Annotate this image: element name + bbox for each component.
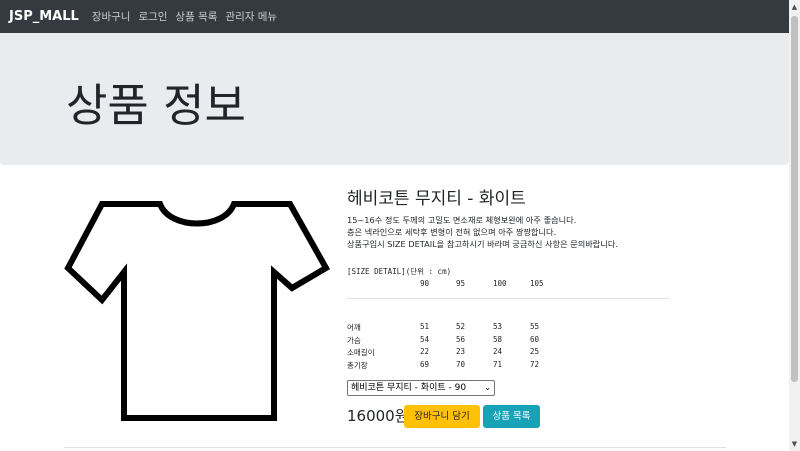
size-value: 54 xyxy=(420,335,430,344)
vertical-scrollbar[interactable]: ▲ ▼ xyxy=(789,0,800,451)
size-option-select[interactable]: 헤비코튼 무지티 - 화이트 - 90 ⌄ xyxy=(347,380,495,396)
size-value: 51 xyxy=(420,322,430,331)
size-header: 90 xyxy=(420,279,430,288)
nav-link-login[interactable]: 로그인 xyxy=(138,9,167,24)
size-value: 71 xyxy=(493,360,503,369)
scroll-up-icon[interactable]: ▲ xyxy=(789,0,800,14)
size-value: 25 xyxy=(530,347,540,356)
size-value: 58 xyxy=(493,335,503,344)
product-name: 헤비코튼 무지티 - 화이트 xyxy=(347,189,526,209)
size-row-label: 가슴 xyxy=(347,336,361,345)
tshirt-icon xyxy=(64,201,330,421)
selected-option: 헤비코튼 무지티 - 화이트 - 90 xyxy=(351,383,467,393)
page-title: 상품 정보 xyxy=(66,79,246,132)
description-line: 층은 넥라인으로 세탁후 변형이 전혀 없으며 아주 짱짱합니다. xyxy=(347,227,557,237)
size-row-label: 소매길이 xyxy=(347,348,375,357)
size-value: 56 xyxy=(456,335,466,344)
product-price: 16000원 xyxy=(347,407,409,425)
nav-link-products[interactable]: 상품 목록 xyxy=(175,9,217,24)
size-value: 69 xyxy=(420,360,430,369)
size-divider xyxy=(347,298,669,299)
size-detail-title: [SIZE DETAIL](단위 : cm) xyxy=(347,267,452,276)
scrollbar-thumb[interactable] xyxy=(791,16,798,382)
description-line: 상품구입시 SIZE DETAIL을 참고하시기 바라며 궁금하신 사항은 문의… xyxy=(347,239,619,249)
size-header: 105 xyxy=(530,279,544,288)
nav-link-admin[interactable]: 관리자 메뉴 xyxy=(225,9,277,24)
nav-link-cart[interactable]: 장바구니 xyxy=(92,9,131,24)
product-list-button[interactable]: 상품 목록 xyxy=(483,405,540,428)
size-row-label: 총기장 xyxy=(347,361,368,370)
brand-link[interactable]: JSP_MALL xyxy=(9,9,79,24)
size-value: 52 xyxy=(456,322,466,331)
size-header: 95 xyxy=(456,279,466,288)
chevron-down-icon: ⌄ xyxy=(484,383,491,392)
footer-divider xyxy=(64,447,726,448)
size-value: 70 xyxy=(456,360,466,369)
size-value: 23 xyxy=(456,347,466,356)
size-value: 55 xyxy=(530,322,540,331)
size-value: 22 xyxy=(420,347,430,356)
size-value: 24 xyxy=(493,347,503,356)
navbar: JSP_MALL 장바구니 로그인 상품 목록 관리자 메뉴 xyxy=(0,0,789,33)
scroll-down-icon[interactable]: ▼ xyxy=(789,437,800,451)
size-row-label: 어깨 xyxy=(347,323,361,332)
product-description: 15~16수 정도 두께의 고밀도 면소재로 체형보완에 아주 좋습니다. 층은… xyxy=(347,214,618,250)
description-line: 15~16수 정도 두께의 고밀도 면소재로 체형보완에 아주 좋습니다. xyxy=(347,215,577,225)
size-value: 60 xyxy=(530,335,540,344)
size-value: 53 xyxy=(493,322,503,331)
jumbotron: 상품 정보 xyxy=(0,33,789,165)
size-header: 100 xyxy=(493,279,507,288)
add-to-cart-button[interactable]: 장바구니 담기 xyxy=(404,405,480,428)
size-value: 72 xyxy=(530,360,540,369)
